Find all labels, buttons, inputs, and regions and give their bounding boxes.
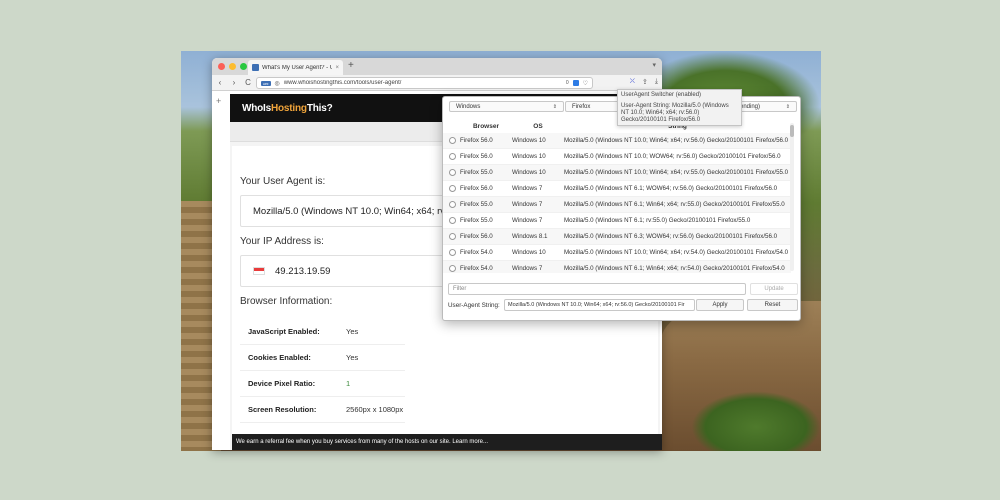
ua-string-label: User-Agent String:: [448, 302, 500, 309]
close-window-button[interactable]: [218, 63, 225, 70]
site-logo[interactable]: WhoIsHostingThis?: [242, 103, 333, 114]
scrollbar-thumb[interactable]: [790, 125, 794, 137]
window-controls: [218, 63, 247, 70]
tabs-menu-icon[interactable]: ▾: [652, 61, 656, 69]
navigation-bar: ‹ › C ᴀᴘɪ ◎ www.whoishostingthis.com/too…: [212, 75, 662, 91]
row-radio[interactable]: [449, 217, 456, 224]
site-info-icon[interactable]: ◎: [275, 80, 280, 87]
download-icon[interactable]: ⤓: [655, 78, 658, 86]
tab-whats-my-user-agent[interactable]: What's My User Agent? - Us ×: [248, 60, 343, 75]
referral-footer[interactable]: We earn a referral fee when you buy serv…: [232, 434, 662, 450]
browser-info-table: JavaScript Enabled: Yes Cookies Enabled: Y…: [240, 319, 405, 423]
table-row[interactable]: Firefox 54.0 Windows 7 Mozilla/5.0 (Window…: [443, 261, 791, 273]
table-row[interactable]: Firefox 55.0 Windows 7 Mozilla/5.0 (Window…: [443, 197, 791, 213]
info-row: Device Pixel Ratio: 1: [240, 371, 405, 397]
row-radio[interactable]: [449, 201, 456, 208]
apply-button[interactable]: Apply: [696, 299, 744, 311]
table-row[interactable]: Firefox 55.0 Windows 10 Mozilla/5.0 (Windo…: [443, 165, 791, 181]
browser-select[interactable]: Firefox: [565, 101, 623, 112]
background-bush: [691, 391, 821, 451]
url-text[interactable]: www.whoishostingthis.com/tools/user-agen…: [284, 80, 562, 86]
back-button[interactable]: ‹: [216, 78, 224, 87]
reset-button[interactable]: Reset: [747, 299, 798, 311]
singapore-flag-icon: [253, 267, 265, 275]
info-row: Cookies Enabled: Yes: [240, 345, 405, 371]
url-badge: ᴀᴘɪ: [261, 80, 271, 86]
site-favicon-icon: [252, 64, 259, 71]
info-row: JavaScript Enabled: Yes: [240, 319, 405, 345]
tab-strip: What's My User Agent? - Us × + ▾: [212, 58, 662, 75]
update-button[interactable]: Update: [750, 283, 798, 295]
sort-select[interactable]: ending) ⇕: [733, 101, 797, 112]
bookmark-heart-icon[interactable]: ♡: [583, 80, 588, 87]
table-row[interactable]: Firefox 54.0 Windows 10 Mozilla/5.0 (Windo…: [443, 245, 791, 261]
ip-address-value: 49.213.19.59: [275, 265, 331, 277]
os-select[interactable]: Windows ⇕: [449, 101, 564, 112]
forward-button[interactable]: ›: [230, 78, 238, 87]
minimize-window-button[interactable]: [229, 63, 236, 70]
tab-title: What's My User Agent? - Us: [262, 64, 333, 71]
address-bar[interactable]: ᴀᴘɪ ◎ www.whoishostingthis.com/tools/use…: [256, 77, 593, 89]
table-row[interactable]: Firefox 56.0 Windows 7 Mozilla/5.0 (Window…: [443, 181, 791, 197]
row-radio[interactable]: [449, 153, 456, 160]
useragent-switcher-icon[interactable]: ⛌: [630, 78, 635, 86]
row-radio[interactable]: [449, 185, 456, 192]
sidebar-add-button[interactable]: +: [216, 96, 221, 106]
reload-button[interactable]: C: [244, 78, 252, 87]
url-count: 0: [565, 80, 569, 86]
row-radio[interactable]: [449, 169, 456, 176]
row-radio[interactable]: [449, 249, 456, 256]
row-radio[interactable]: [449, 137, 456, 144]
info-row: Screen Resolution: 2560px x 1080px: [240, 397, 405, 423]
row-radio[interactable]: [449, 233, 456, 240]
ua-string-input[interactable]: Mozilla/5.0 (Windows NT 10.0; Win64; x64…: [504, 299, 695, 311]
extension-badge-icon[interactable]: [572, 80, 579, 86]
share-icon[interactable]: ⇪: [642, 78, 648, 86]
tooltip-title: UserAgent Switcher (enabled): [621, 92, 702, 98]
tab-close-icon[interactable]: ×: [335, 65, 339, 71]
extension-tooltip: UserAgent Switcher (enabled) User-Agent …: [617, 89, 742, 126]
useragent-switcher-popup: Windows ⇕ Firefox ending) ⇕ Browser OS Str…: [442, 96, 801, 321]
ua-table-rows: Firefox 56.0 Windows 10 Mozilla/5.0 (Windo…: [443, 133, 791, 273]
table-row[interactable]: Firefox 56.0 Windows 10 Mozilla/5.0 (Windo…: [443, 149, 791, 165]
column-browser[interactable]: Browser: [460, 123, 512, 133]
maximize-window-button[interactable]: [240, 63, 247, 70]
table-row[interactable]: Firefox 56.0 Windows 8.1 Mozilla/5.0 (Wind…: [443, 229, 791, 245]
table-row[interactable]: Firefox 56.0 Windows 10 Mozilla/5.0 (Windo…: [443, 133, 791, 149]
table-scrollbar[interactable]: [790, 123, 794, 271]
new-tab-button[interactable]: +: [348, 61, 354, 71]
tooltip-ua-string: User-Agent String: Mozilla/5.0 (Windows …: [621, 103, 729, 123]
filter-input[interactable]: Filter: [448, 283, 746, 295]
column-os[interactable]: OS: [512, 123, 564, 133]
toolbar-icons: ⛌ ⇪ ⤓: [630, 78, 658, 86]
row-radio[interactable]: [449, 265, 456, 272]
table-row[interactable]: Firefox 55.0 Windows 7 Mozilla/5.0 (Window…: [443, 213, 791, 229]
